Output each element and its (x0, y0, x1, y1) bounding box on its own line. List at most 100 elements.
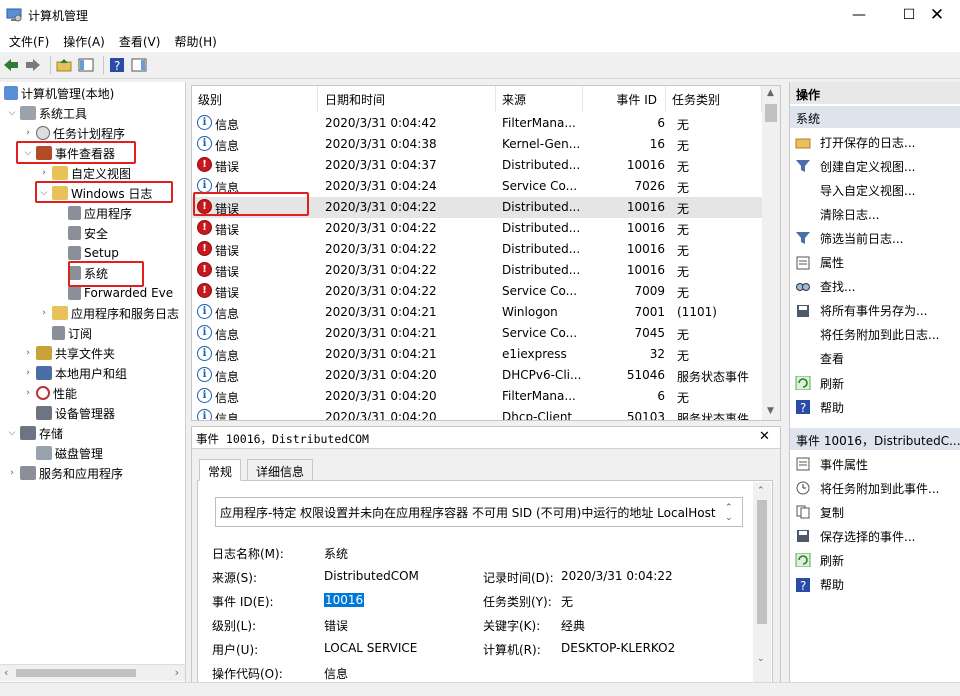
action-item[interactable]: 事件属性 (790, 452, 960, 476)
show-hide-action-pane-icon[interactable] (130, 56, 148, 74)
row-event-id: 10016 (626, 242, 665, 256)
menu-action[interactable]: 操作(A) (56, 33, 112, 50)
chevron-right-icon[interactable]: › (22, 368, 34, 378)
action-item[interactable]: 筛选当前日志... (790, 226, 960, 250)
action-item[interactable]: 刷新 (790, 371, 960, 395)
action-item[interactable]: 复制 (790, 500, 960, 524)
table-row[interactable]: i 信息 2020/3/31 0:04:20 DHCPv6-Cli... 服务状态事件 5… (192, 365, 762, 386)
action-item[interactable]: ? 帮助 (790, 395, 960, 419)
table-row[interactable]: i 信息 2020/3/31 0:04:42 FilterMana... 无 6 (192, 113, 762, 134)
help-icon[interactable]: ? (108, 56, 126, 74)
column-header-datetime[interactable]: 日期和时间 (319, 86, 496, 112)
tree-horizontal-scrollbar[interactable]: ‹ › (0, 664, 185, 681)
chevron-right-icon[interactable]: › (22, 128, 34, 138)
table-row[interactable]: i 信息 2020/3/31 0:04:21 Winlogon (1101) 7001 (192, 302, 762, 323)
table-row[interactable]: i 信息 2020/3/31 0:04:20 Dhcp-Client 服务状态事件 501… (192, 407, 762, 420)
scrollbar-thumb[interactable] (16, 669, 136, 677)
tree-task-scheduler[interactable]: › 任务计划程序 (22, 123, 125, 143)
scrollbar-thumb[interactable] (765, 104, 777, 122)
up-folder-icon[interactable] (55, 56, 73, 74)
device-manager-icon (36, 406, 52, 420)
action-item[interactable]: 导入自定义视图... (790, 178, 960, 202)
table-row[interactable]: i 信息 2020/3/31 0:04:21 e1iexpress 无 32 (192, 344, 762, 365)
column-header-task-category[interactable]: 任务类别 (666, 86, 762, 112)
actions-section-event[interactable]: 事件 10016，DistributedC... (790, 428, 960, 450)
log-icon (68, 206, 81, 220)
chevron-right-icon[interactable]: › (22, 348, 34, 358)
tab-general[interactable]: 常规 (199, 459, 242, 481)
chevron-down-icon[interactable]: ⌵ (6, 428, 18, 438)
tree-disk-management[interactable]: 磁盘管理 (34, 443, 103, 463)
table-row[interactable]: i 信息 2020/3/31 0:04:21 Service Co... 无 7045 (192, 323, 762, 344)
tree-services-apps[interactable]: › 服务和应用程序 (6, 463, 123, 483)
menu-help[interactable]: 帮助(H) (167, 33, 223, 50)
event-detail-pane: 事件 10016，DistributedCOM ✕ 常规 详细信息 应用程序-特… (191, 426, 781, 696)
tree-root[interactable]: 计算机管理(本地) (2, 83, 114, 103)
actions-section-system[interactable]: 系统 (790, 106, 960, 128)
tree-custom-views[interactable]: › 自定义视图 (38, 163, 131, 183)
row-source: Service Co... (502, 326, 578, 340)
column-header-source[interactable]: 来源 (496, 86, 583, 112)
row-level: 信息 (215, 349, 240, 363)
tree-system-tools[interactable]: ⌵ 系统工具 (6, 103, 87, 123)
detail-vertical-scrollbar[interactable]: ⌃ ⌄ (753, 482, 771, 695)
tab-details[interactable]: 详细信息 (247, 459, 314, 481)
tree-subscriptions[interactable]: 订阅 (50, 323, 92, 343)
table-row[interactable]: ! 错误 2020/3/31 0:04:22 Service Co... 无 7009 (192, 281, 762, 302)
action-item[interactable]: 刷新 (790, 548, 960, 572)
action-item[interactable]: 保存选择的事件... (790, 524, 960, 548)
action-item[interactable]: 创建自定义视图... (790, 154, 960, 178)
chevron-right-icon[interactable]: › (6, 468, 18, 478)
list-vertical-scrollbar[interactable]: ▲ ▼ (762, 86, 780, 420)
action-item[interactable]: 查找... (790, 275, 960, 299)
action-icon-placeholder (795, 352, 811, 366)
show-hide-tree-icon[interactable] (77, 56, 95, 74)
computer-management-icon (6, 7, 22, 23)
tree-performance[interactable]: › 性能 (22, 383, 77, 403)
event-description[interactable]: 应用程序-特定 权限设置并未向在应用程序容器 不可用 SID (不可用)中运行的… (215, 497, 743, 527)
chevron-right-icon[interactable]: › (38, 168, 50, 178)
action-item[interactable]: 查看 (790, 347, 960, 371)
menu-view[interactable]: 查看(V) (112, 33, 168, 50)
row-task-category: (1101) (677, 305, 717, 319)
forward-icon[interactable] (24, 56, 42, 74)
close-button[interactable]: ✕ (914, 0, 960, 30)
table-row[interactable]: ! 错误 2020/3/31 0:04:37 Distributed... 无 10016 (192, 155, 762, 176)
action-item[interactable]: 清除日志... (790, 202, 960, 226)
close-icon[interactable]: ✕ (759, 429, 770, 444)
action-item[interactable]: 将任务附加到此事件... (790, 476, 960, 500)
svg-text:?: ? (800, 401, 806, 415)
tree-security-log[interactable]: 安全 (66, 223, 108, 243)
tree-device-manager[interactable]: 设备管理器 (34, 403, 115, 423)
chevron-right-icon[interactable]: › (22, 388, 34, 398)
action-icon-placeholder (795, 328, 811, 342)
table-row[interactable]: ! 错误 2020/3/31 0:04:22 Distributed... 无 10016 (192, 260, 762, 281)
tree-setup-log[interactable]: Setup (66, 243, 119, 263)
column-header-level[interactable]: 级别 (192, 86, 318, 112)
tree-apps-services-logs[interactable]: › 应用程序和服务日志 (38, 303, 179, 323)
tree-shared-folders[interactable]: › 共享文件夹 (22, 343, 115, 363)
action-item[interactable]: ? 帮助 (790, 573, 960, 597)
minimize-button[interactable]: — (836, 0, 882, 30)
column-header-event-id[interactable]: 事件 ID (583, 86, 666, 112)
scrollbar-thumb[interactable] (757, 500, 767, 624)
tree-local-users[interactable]: › 本地用户和组 (22, 363, 127, 383)
action-item[interactable]: 将任务附加到此日志... (790, 323, 960, 347)
table-row[interactable]: ! 错误 2020/3/31 0:04:22 Distributed... 无 10016 (192, 239, 762, 260)
action-item[interactable]: 属性 (790, 251, 960, 275)
action-item[interactable]: 将所有事件另存为... (790, 299, 960, 323)
table-row[interactable]: i 信息 2020/3/31 0:04:20 FilterMana... 无 6 (192, 386, 762, 407)
menu-file[interactable]: 文件(F) (2, 33, 56, 50)
back-icon[interactable] (2, 56, 20, 74)
tree-application-log[interactable]: 应用程序 (66, 203, 132, 223)
description-scroll-arrows[interactable]: ⌃ ⌄ (725, 503, 733, 523)
action-item[interactable]: 打开保存的日志... (790, 130, 960, 154)
row-level: 错误 (215, 223, 240, 237)
chevron-right-icon[interactable]: › (38, 308, 50, 318)
chevron-down-icon[interactable]: ⌵ (6, 108, 18, 118)
highlight-box-windows-logs (35, 181, 173, 203)
event-id-value[interactable]: 10016 (324, 593, 365, 607)
tree-storage[interactable]: ⌵ 存储 (6, 423, 63, 443)
table-row[interactable]: i 信息 2020/3/31 0:04:38 Kernel-Gen... 无 16 (192, 134, 762, 155)
table-row[interactable]: ! 错误 2020/3/31 0:04:22 Distributed... 无 10016 (192, 218, 762, 239)
